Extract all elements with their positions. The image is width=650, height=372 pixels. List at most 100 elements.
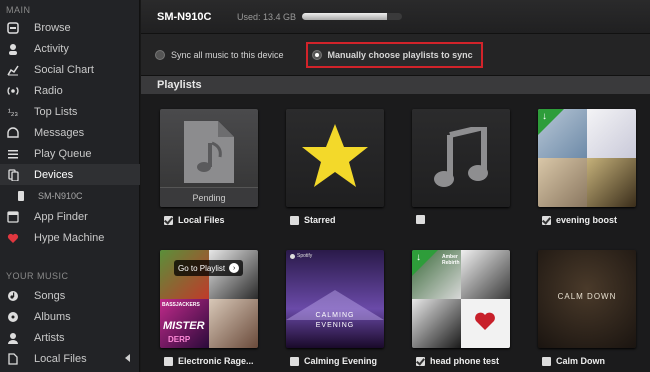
playlist-cover-unnamed[interactable] [412,109,510,207]
cover-art-text: CALMING [315,312,355,319]
cover-art-text: DERP [168,335,191,344]
sidebar-item-hype-machine[interactable]: Hype Machine [0,227,140,248]
arrow-right-icon: › [229,263,240,273]
go-to-playlist-label: Go to Playlist [178,263,226,273]
go-to-playlist-overlay[interactable]: Go to Playlist › [174,260,244,276]
cover-art-text: EVENING [315,322,355,329]
chart-icon [6,63,20,77]
sidebar-item-activity[interactable]: Activity [0,38,140,59]
browse-icon [6,21,20,35]
sidebar-item-label: App Finder [34,210,88,223]
sidebar-item-local-files[interactable]: Local Files [0,348,140,369]
sidebar-item-label: Hype Machine [34,231,105,244]
sidebar-item-browse[interactable]: Browse [0,17,140,38]
sidebar-item-messages[interactable]: Messages [0,122,140,143]
playlist-cover-evening-boost[interactable]: ↓ [538,109,636,207]
playlist-grid: Pending ↓ Local Files Starred evening bo… [141,95,650,372]
playlist-cover-calm-down[interactable]: CALM DOWN [538,250,636,348]
playlist-checkbox[interactable] [416,215,425,224]
sync-manual-label: Manually choose playlists to sync [327,49,473,60]
download-arrow-icon: ↓ [416,252,421,263]
sidebar-item-devices[interactable]: Devices [0,164,140,185]
sidebar-item-label: Top Lists [34,105,78,118]
playlist-item-calm-down[interactable]: Calm Down [542,356,605,366]
collapse-arrow-icon[interactable] [125,354,130,362]
sidebar-item-label: Devices [34,168,74,181]
sidebar-item-label: Play Queue [34,147,92,160]
sync-all-option[interactable]: Sync all music to this device [155,49,284,60]
sidebar-item-label: Songs [34,289,66,302]
sidebar-item-songs[interactable]: Songs [0,285,140,306]
sidebar-item-top-lists[interactable]: ¹₂₃ Top Lists [0,101,140,122]
device-header: SM-N910C Used: 13.4 GB [141,0,650,34]
playlist-item-electronic-rage[interactable]: Electronic Rage... [164,356,254,366]
playlist-cover-starred[interactable] [286,109,384,207]
playlist-item-local-files[interactable]: Local Files [164,215,225,225]
spotify-icon [290,253,295,259]
cover-art-quadrant [461,250,510,299]
playlist-checkbox[interactable] [290,356,299,366]
playlist-item-calming-evening[interactable]: Calming Evening [290,356,377,366]
sync-manual-option[interactable]: Manually choose playlists to sync [305,41,483,68]
sidebar-item-device-sm-n910c[interactable]: SM-N910C [0,185,140,206]
sidebar-item-radio[interactable]: Radio [0,80,140,101]
sidebar-item-label: Local Files [34,352,87,365]
playlist-checkbox[interactable] [542,215,551,225]
playlist-name: Calm Down [556,356,606,366]
playlist-name: Local Files [178,215,225,225]
messages-icon [6,126,20,140]
cover-art-text: CALM DOWN [557,292,617,301]
playlist-checkbox[interactable] [542,356,551,366]
star-icon [302,124,368,187]
songs-icon [6,289,20,303]
playlist-cover-local-files[interactable]: Pending [160,109,258,207]
sidebar-item-artists[interactable]: Artists [0,327,140,348]
section-title-main: MAIN [6,5,31,15]
sidebar-item-social-chart[interactable]: Social Chart [0,59,140,80]
sidebar-item-app-finder[interactable]: App Finder [0,206,140,227]
sidebar-item-label: Messages [34,126,85,139]
playlist-item-unnamed[interactable] [416,215,430,224]
playlists-heading: Playlists [141,76,650,94]
playlist-item-evening-boost[interactable]: evening boost [542,215,617,225]
local-files-icon [6,352,20,366]
playlist-checkbox[interactable] [164,356,173,366]
section-title-your-music: YOUR MUSIC [6,271,69,281]
playlist-checkbox[interactable] [290,215,299,225]
device-name: SM-N910C [157,10,212,23]
playlist-checkbox[interactable] [416,356,425,366]
sync-options: Sync all music to this device Manually c… [141,34,650,76]
sync-manual-radio[interactable] [311,49,322,60]
cover-art-text: Rebirth [442,260,460,266]
playlist-name: Starred [304,215,336,225]
sync-all-radio[interactable] [155,49,165,60]
sidebar-item-label: Browse [34,21,71,34]
storage-usage-bar [302,13,403,20]
app-finder-icon [6,210,20,224]
spotify-logo: Spotify [290,253,312,259]
playlist-checkbox[interactable] [164,215,173,225]
playlist-cover-head-phone-test[interactable]: Amber Rebirth ↓ [412,250,510,348]
top-lists-icon: ¹₂₃ [7,106,19,117]
music-note-icon [434,127,488,187]
cover-art-quadrant [209,299,258,348]
playlist-item-starred[interactable]: Starred [290,215,336,225]
playlist-cover-calming-evening[interactable]: Spotify CALMING EVENING [286,250,384,348]
file-music-icon [184,121,234,183]
playlist-name: Electronic Rage... [178,356,254,366]
playlist-name: head phone test [430,356,500,366]
sidebar-item-label: Social Chart [34,63,94,76]
playlist-name: evening boost [556,215,618,225]
storage-used-label: Used: 13.4 GB [237,11,297,22]
sidebar-item-play-queue[interactable]: Play Queue [0,143,140,164]
sidebar-item-albums[interactable]: Albums [0,306,140,327]
cover-art-quadrant [587,158,636,207]
radio-icon [6,84,20,98]
playlist-item-head-phone-test[interactable]: head phone test [416,356,499,366]
playlist-cover-electronic-rage[interactable]: BASSJACKERS MISTER DERP Go to Playlist › [160,250,258,348]
artists-icon [6,331,20,345]
playlist-name: Calming Evening [304,356,378,366]
heart-art-icon [475,312,495,330]
cover-art-quadrant [538,158,587,207]
sidebar-item-label: SM-N910C [38,190,83,201]
